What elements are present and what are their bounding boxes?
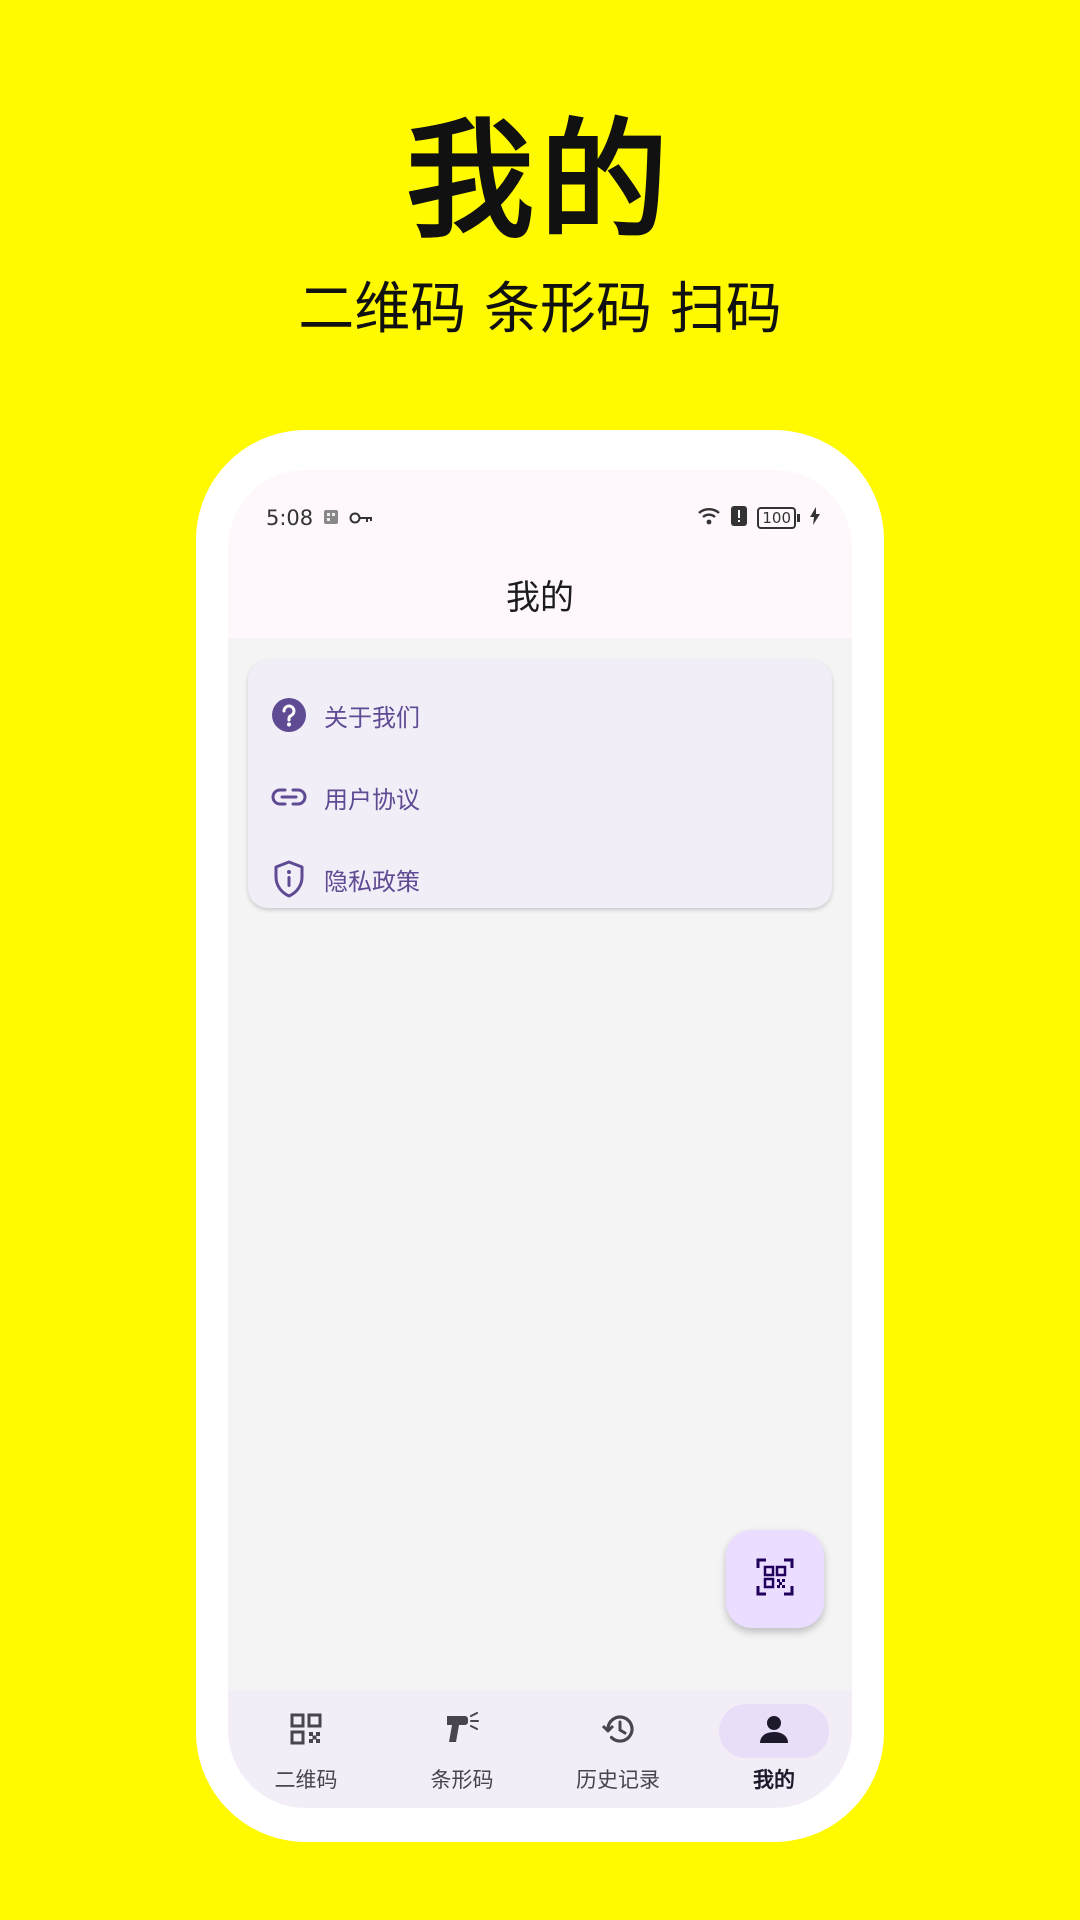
settings-menu-card: 关于我们 用户协议 隐私政策: [248, 660, 832, 908]
nav-label: 历史记录: [576, 1768, 660, 1792]
menu-item-label: 关于我们: [324, 703, 420, 732]
menu-item-label: 隐私政策: [324, 867, 420, 896]
sim-card-icon: [323, 506, 339, 530]
nav-icon-container: [563, 1704, 673, 1758]
help-circle-icon: [270, 696, 308, 734]
charging-icon: [810, 506, 820, 530]
battery-icon: 100: [757, 507, 800, 529]
shield-info-icon: [270, 860, 308, 898]
nav-item-qr-code[interactable]: 二维码: [228, 1690, 384, 1808]
nav-label: 我的: [753, 1768, 795, 1792]
status-bar: 5:08 100: [228, 470, 852, 550]
menu-item-privacy-policy[interactable]: 隐私政策: [248, 838, 832, 920]
scan-fab-button[interactable]: [726, 1530, 824, 1628]
qr-code-icon: [290, 1713, 322, 1749]
menu-item-label: 用户协议: [324, 785, 420, 814]
menu-item-about-us[interactable]: 关于我们: [248, 674, 832, 756]
phone-screen: 5:08 100 我的 关于我们 用户协议 隐私政策 二维码 条形码 历史记录 …: [228, 470, 852, 1808]
app-bar: 我的: [228, 550, 852, 638]
menu-item-user-agreement[interactable]: 用户协议: [248, 756, 832, 838]
nav-active-indicator: [719, 1704, 829, 1758]
history-icon: [600, 1712, 636, 1750]
nav-icon-container: [407, 1704, 517, 1758]
nav-item-barcode[interactable]: 条形码: [384, 1690, 540, 1808]
battery-level: 100: [757, 507, 796, 529]
alert-icon: [731, 505, 748, 531]
promo-subtitle: 二维码 条形码 扫码: [298, 277, 782, 342]
nav-label: 二维码: [274, 1768, 338, 1792]
key-icon: [349, 506, 373, 530]
qr-scan-icon: [756, 1558, 794, 1600]
page-title: 我的: [506, 577, 574, 618]
nav-label: 条形码: [430, 1768, 494, 1792]
link-icon: [270, 778, 308, 816]
bottom-navigation: 二维码 条形码 历史记录 我的: [228, 1690, 852, 1808]
promo-title: 我的: [405, 107, 674, 256]
nav-item-mine[interactable]: 我的: [696, 1690, 852, 1808]
nav-item-history[interactable]: 历史记录: [540, 1690, 696, 1808]
status-time: 5:08: [266, 506, 314, 530]
person-icon: [759, 1714, 789, 1748]
phone-frame: 5:08 100 我的 关于我们 用户协议 隐私政策 二维码 条形码 历史记录 …: [196, 430, 884, 1842]
barcode-scanner-icon: [444, 1712, 480, 1750]
wifi-icon: [697, 506, 721, 531]
nav-icon-container: [251, 1704, 361, 1758]
